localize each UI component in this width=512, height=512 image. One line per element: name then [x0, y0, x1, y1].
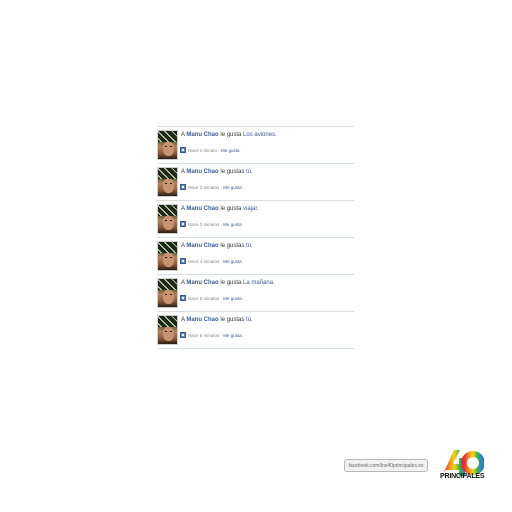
story-verb: le gustas: [220, 169, 245, 175]
like-link[interactable]: Me gusta: [223, 333, 242, 338]
story-prefix: A: [181, 280, 185, 286]
story-meta: Hace 2 minutos · Me gusta: [180, 183, 242, 191]
object-link[interactable]: tú.: [246, 317, 253, 323]
object-link[interactable]: La mañana.: [243, 280, 275, 286]
story-meta: Hace 5 minutos · Me gusta: [180, 294, 242, 302]
avatar[interactable]: [157, 204, 178, 234]
story-prefix: A: [181, 206, 185, 212]
story-text: A Manu Chao le gusta La mañana.: [181, 279, 275, 287]
story-prefix: A: [181, 317, 185, 323]
facebook-url-badge[interactable]: facebook.com/los40principales.es: [344, 459, 428, 472]
story-verb: le gusta: [220, 132, 242, 138]
like-link[interactable]: Me gusta: [223, 185, 242, 190]
story-text: A Manu Chao le gusta viajar.: [181, 205, 259, 213]
thumbs-up-icon: [180, 220, 186, 227]
avatar[interactable]: [157, 315, 178, 345]
timestamp: Hace 5 minutos: [188, 296, 220, 301]
object-link[interactable]: tú.: [246, 243, 253, 249]
avatar[interactable]: [157, 130, 178, 160]
author-link[interactable]: Manu Chao: [186, 169, 218, 175]
timestamp: Hace 4 minutos: [188, 259, 220, 264]
logo-text: PRINCIPALES: [440, 473, 485, 480]
like-link[interactable]: Me gusta: [223, 222, 242, 227]
thumbs-up-icon: [180, 146, 186, 153]
story-text: A Manu Chao le gustas tú.: [181, 316, 253, 324]
story-text: A Manu Chao le gustas tú.: [181, 168, 253, 176]
like-link[interactable]: Me gusta: [223, 259, 242, 264]
story-item: A Manu Chao le gustas tú. Hace 6 minutos…: [157, 312, 354, 349]
story-item: A Manu Chao le gustas tú. Hace 4 minutos…: [157, 238, 354, 275]
avatar[interactable]: [157, 241, 178, 271]
story-verb: le gusta: [220, 280, 242, 286]
story-text: A Manu Chao le gusta Los aviones.: [181, 131, 277, 139]
author-link[interactable]: Manu Chao: [186, 132, 218, 138]
story-item: A Manu Chao le gusta La mañana. Hace 5 m…: [157, 275, 354, 312]
timestamp: Hace 6 minutos: [188, 333, 220, 338]
story-verb: le gusta: [220, 206, 242, 212]
activity-feed: A Manu Chao le gusta Los aviones. Hace 1…: [157, 126, 354, 349]
story-meta: Hace 6 minutos · Me gusta: [180, 331, 242, 339]
object-link[interactable]: viajar.: [243, 206, 259, 212]
story-meta: Hace 1 minuto · Me gusta: [180, 146, 240, 154]
timestamp: Hace 1 minuto: [188, 148, 218, 153]
timestamp: Hace 3 minutos: [188, 222, 220, 227]
story-text: A Manu Chao le gustas tú.: [181, 242, 253, 250]
story-verb: le gustas: [220, 317, 245, 323]
story-meta: Hace 3 minutos · Me gusta: [180, 220, 242, 228]
author-link[interactable]: Manu Chao: [186, 243, 218, 249]
story-prefix: A: [181, 132, 185, 138]
story-item: A Manu Chao le gustas tú. Hace 2 minutos…: [157, 164, 354, 201]
story-verb: le gustas: [220, 243, 245, 249]
author-link[interactable]: Manu Chao: [186, 280, 218, 286]
thumbs-up-icon: [180, 183, 186, 190]
avatar[interactable]: [157, 167, 178, 197]
story-prefix: A: [181, 243, 185, 249]
story-item: A Manu Chao le gusta Los aviones. Hace 1…: [157, 127, 354, 164]
story-item: A Manu Chao le gusta viajar. Hace 3 minu…: [157, 201, 354, 238]
avatar[interactable]: [157, 278, 178, 308]
thumbs-up-icon: [180, 257, 186, 264]
object-link[interactable]: Los aviones.: [243, 132, 277, 138]
story-prefix: A: [181, 169, 185, 175]
author-link[interactable]: Manu Chao: [186, 317, 218, 323]
like-link[interactable]: Me gusta: [221, 148, 240, 153]
story-meta: Hace 4 minutos · Me gusta: [180, 257, 242, 265]
timestamp: Hace 2 minutos: [188, 185, 220, 190]
like-link[interactable]: Me gusta: [223, 296, 242, 301]
thumbs-up-icon: [180, 331, 186, 338]
object-link[interactable]: tú.: [246, 169, 253, 175]
author-link[interactable]: Manu Chao: [186, 206, 218, 212]
thumbs-up-icon: [180, 294, 186, 301]
